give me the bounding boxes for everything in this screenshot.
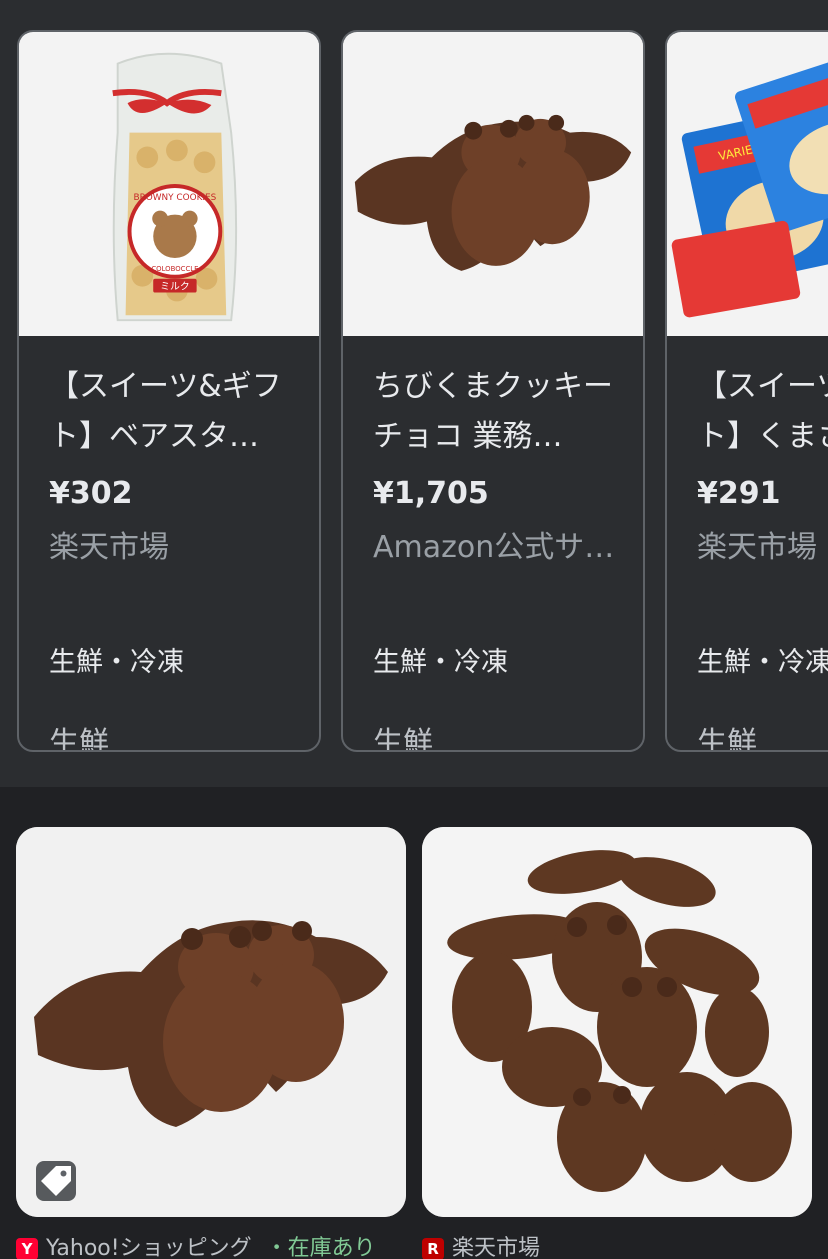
- product-subcategory: 生鮮: [49, 726, 109, 752]
- product-subcategory: 生鮮: [697, 726, 757, 752]
- product-card[interactable]: VARIETY PACK 【スイーツ&ギフト】くまさん ¥291 楽天市場 生鮮…: [665, 30, 828, 752]
- stock-status: ・在庫あり: [265, 1236, 376, 1259]
- rakuten-icon: R: [422, 1238, 444, 1259]
- product-category: 生鮮・冷凍: [697, 647, 828, 678]
- source-name: Yahoo!ショッピング: [46, 1236, 252, 1259]
- product-price: ¥291: [697, 476, 781, 511]
- product-card[interactable]: ちびくまクッキー チョコ 業務… ¥1,705 Amazon公式サ… 生鮮・冷凍…: [341, 30, 645, 752]
- source-name: 楽天市場: [452, 1236, 541, 1259]
- image-result[interactable]: [422, 827, 812, 1217]
- product-seller: 楽天市場: [49, 530, 169, 565]
- product-carousel[interactable]: BROWNY COOKIES COLOBOCCLE ミルク 【スイーツ&ギフト】…: [0, 0, 828, 787]
- product-title[interactable]: ちびくまクッキー チョコ 業務…: [373, 362, 617, 462]
- product-image: VARIETY PACK: [667, 32, 828, 336]
- product-category: 生鮮・冷凍: [373, 647, 508, 678]
- product-title[interactable]: 【スイーツ&ギフト】ベアスタ…: [49, 362, 293, 462]
- product-card[interactable]: BROWNY COOKIES COLOBOCCLE ミルク 【スイーツ&ギフト】…: [17, 30, 321, 752]
- image-source[interactable]: Y Yahoo!ショッピング ・在庫あり: [16, 1230, 406, 1259]
- bag-flavor: ミルク: [160, 281, 190, 293]
- bag-sublabel: COLOBOCCLE: [151, 265, 198, 273]
- yahoo-shopping-icon: Y: [16, 1238, 38, 1259]
- product-title[interactable]: 【スイーツ&ギフト】くまさん: [697, 362, 828, 462]
- product-price: ¥1,705: [373, 476, 489, 511]
- product-image: [343, 32, 643, 336]
- image-source[interactable]: R 楽天市場: [422, 1230, 812, 1259]
- product-seller: Amazon公式サ…: [373, 530, 615, 565]
- product-price: ¥302: [49, 476, 133, 511]
- product-image: BROWNY COOKIES COLOBOCCLE ミルク: [19, 32, 319, 336]
- image-result[interactable]: [16, 827, 406, 1217]
- product-seller: 楽天市場: [697, 530, 817, 565]
- bag-label: BROWNY COOKIES: [134, 193, 217, 203]
- product-subcategory: 生鮮: [373, 726, 433, 752]
- product-category: 生鮮・冷凍: [49, 647, 184, 678]
- tag-icon: [36, 1161, 76, 1201]
